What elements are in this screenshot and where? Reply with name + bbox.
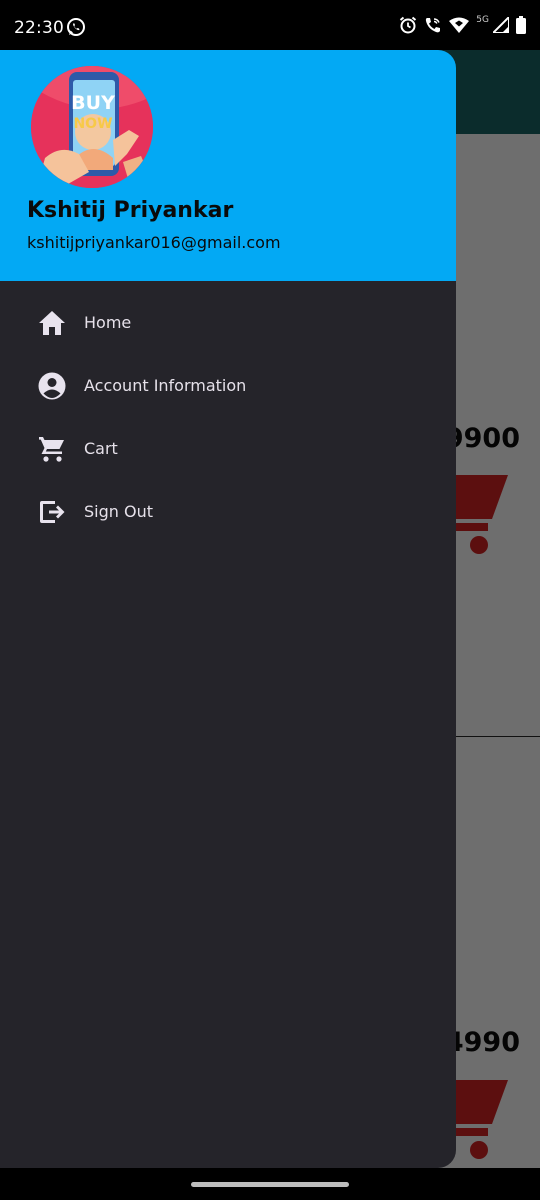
menu-item-label: Sign Out xyxy=(84,502,153,521)
user-email: kshitijpriyankar016@gmail.com xyxy=(27,233,281,252)
svg-text:NOW: NOW xyxy=(73,116,112,132)
menu-item-label: Home xyxy=(84,313,132,332)
product-price: 9900 xyxy=(444,423,520,454)
wifi-call-icon xyxy=(424,16,442,34)
menu-item-cart[interactable]: Cart xyxy=(0,417,456,480)
status-time: 22:30 xyxy=(14,18,64,38)
menu-item-label: Cart xyxy=(84,439,118,458)
whatsapp-icon xyxy=(66,17,86,37)
cart-icon xyxy=(38,435,66,463)
product-price: 4990 xyxy=(444,1027,520,1058)
buy-now-logo: BUY NOW xyxy=(31,66,153,188)
sign-out-icon xyxy=(38,498,66,526)
system-nav-bar xyxy=(0,1168,540,1200)
menu-item-home[interactable]: Home xyxy=(0,291,456,354)
menu-item-account-information[interactable]: Account Information xyxy=(0,354,456,417)
signal-icon xyxy=(493,17,509,33)
network-type-label: 5G xyxy=(476,15,489,25)
battery-icon xyxy=(516,16,526,34)
svg-text:BUY: BUY xyxy=(71,92,115,114)
alarm-icon xyxy=(399,16,417,34)
account-circle-icon xyxy=(38,372,66,400)
drawer-menu: Home Account Information Cart Sign Out xyxy=(0,291,456,543)
status-bar: 22:30 5G xyxy=(0,0,540,50)
user-name: Kshitij Priyankar xyxy=(27,198,234,223)
menu-item-sign-out[interactable]: Sign Out xyxy=(0,480,456,543)
avatar[interactable]: BUY NOW xyxy=(31,66,153,188)
drawer-header: BUY NOW Kshitij Priyankar kshitijpriyank… xyxy=(0,50,456,281)
home-icon xyxy=(38,309,66,337)
navigation-drawer: BUY NOW Kshitij Priyankar kshitijpriyank… xyxy=(0,50,456,1168)
status-icons: 5G xyxy=(399,15,526,34)
wifi-icon xyxy=(449,17,470,33)
menu-item-label: Account Information xyxy=(84,376,247,395)
home-indicator[interactable] xyxy=(191,1182,349,1187)
